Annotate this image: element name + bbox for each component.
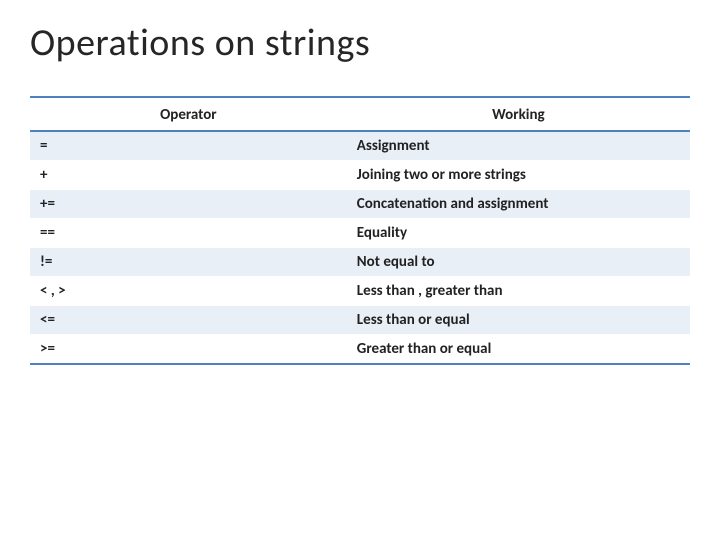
table-row: < , > Less than , greater than bbox=[30, 277, 690, 306]
cell-operator: == bbox=[30, 219, 347, 248]
cell-operator: != bbox=[30, 248, 347, 277]
cell-working: Less than or equal bbox=[347, 306, 690, 335]
slide: Operations on strings Operator Working =… bbox=[0, 0, 720, 540]
page-title: Operations on strings bbox=[30, 20, 690, 66]
cell-working: Less than , greater than bbox=[347, 277, 690, 306]
cell-operator: <= bbox=[30, 306, 347, 335]
operators-table: Operator Working = Assignment + Joining … bbox=[30, 96, 690, 365]
cell-operator: = bbox=[30, 131, 347, 161]
header-working: Working bbox=[347, 97, 690, 131]
cell-working: Equality bbox=[347, 219, 690, 248]
table-row: >= Greater than or equal bbox=[30, 335, 690, 365]
table-row: == Equality bbox=[30, 219, 690, 248]
table-header-row: Operator Working bbox=[30, 97, 690, 131]
cell-working: Joining two or more strings bbox=[347, 161, 690, 190]
cell-operator: + bbox=[30, 161, 347, 190]
cell-operator: += bbox=[30, 190, 347, 219]
table-row: != Not equal to bbox=[30, 248, 690, 277]
cell-working: Assignment bbox=[347, 131, 690, 161]
header-operator: Operator bbox=[30, 97, 347, 131]
cell-working: Concatenation and assignment bbox=[347, 190, 690, 219]
cell-operator: < , > bbox=[30, 277, 347, 306]
table-row: = Assignment bbox=[30, 131, 690, 161]
table-row: <= Less than or equal bbox=[30, 306, 690, 335]
table-row: + Joining two or more strings bbox=[30, 161, 690, 190]
cell-working: Not equal to bbox=[347, 248, 690, 277]
cell-operator: >= bbox=[30, 335, 347, 365]
table-row: += Concatenation and assignment bbox=[30, 190, 690, 219]
cell-working: Greater than or equal bbox=[347, 335, 690, 365]
